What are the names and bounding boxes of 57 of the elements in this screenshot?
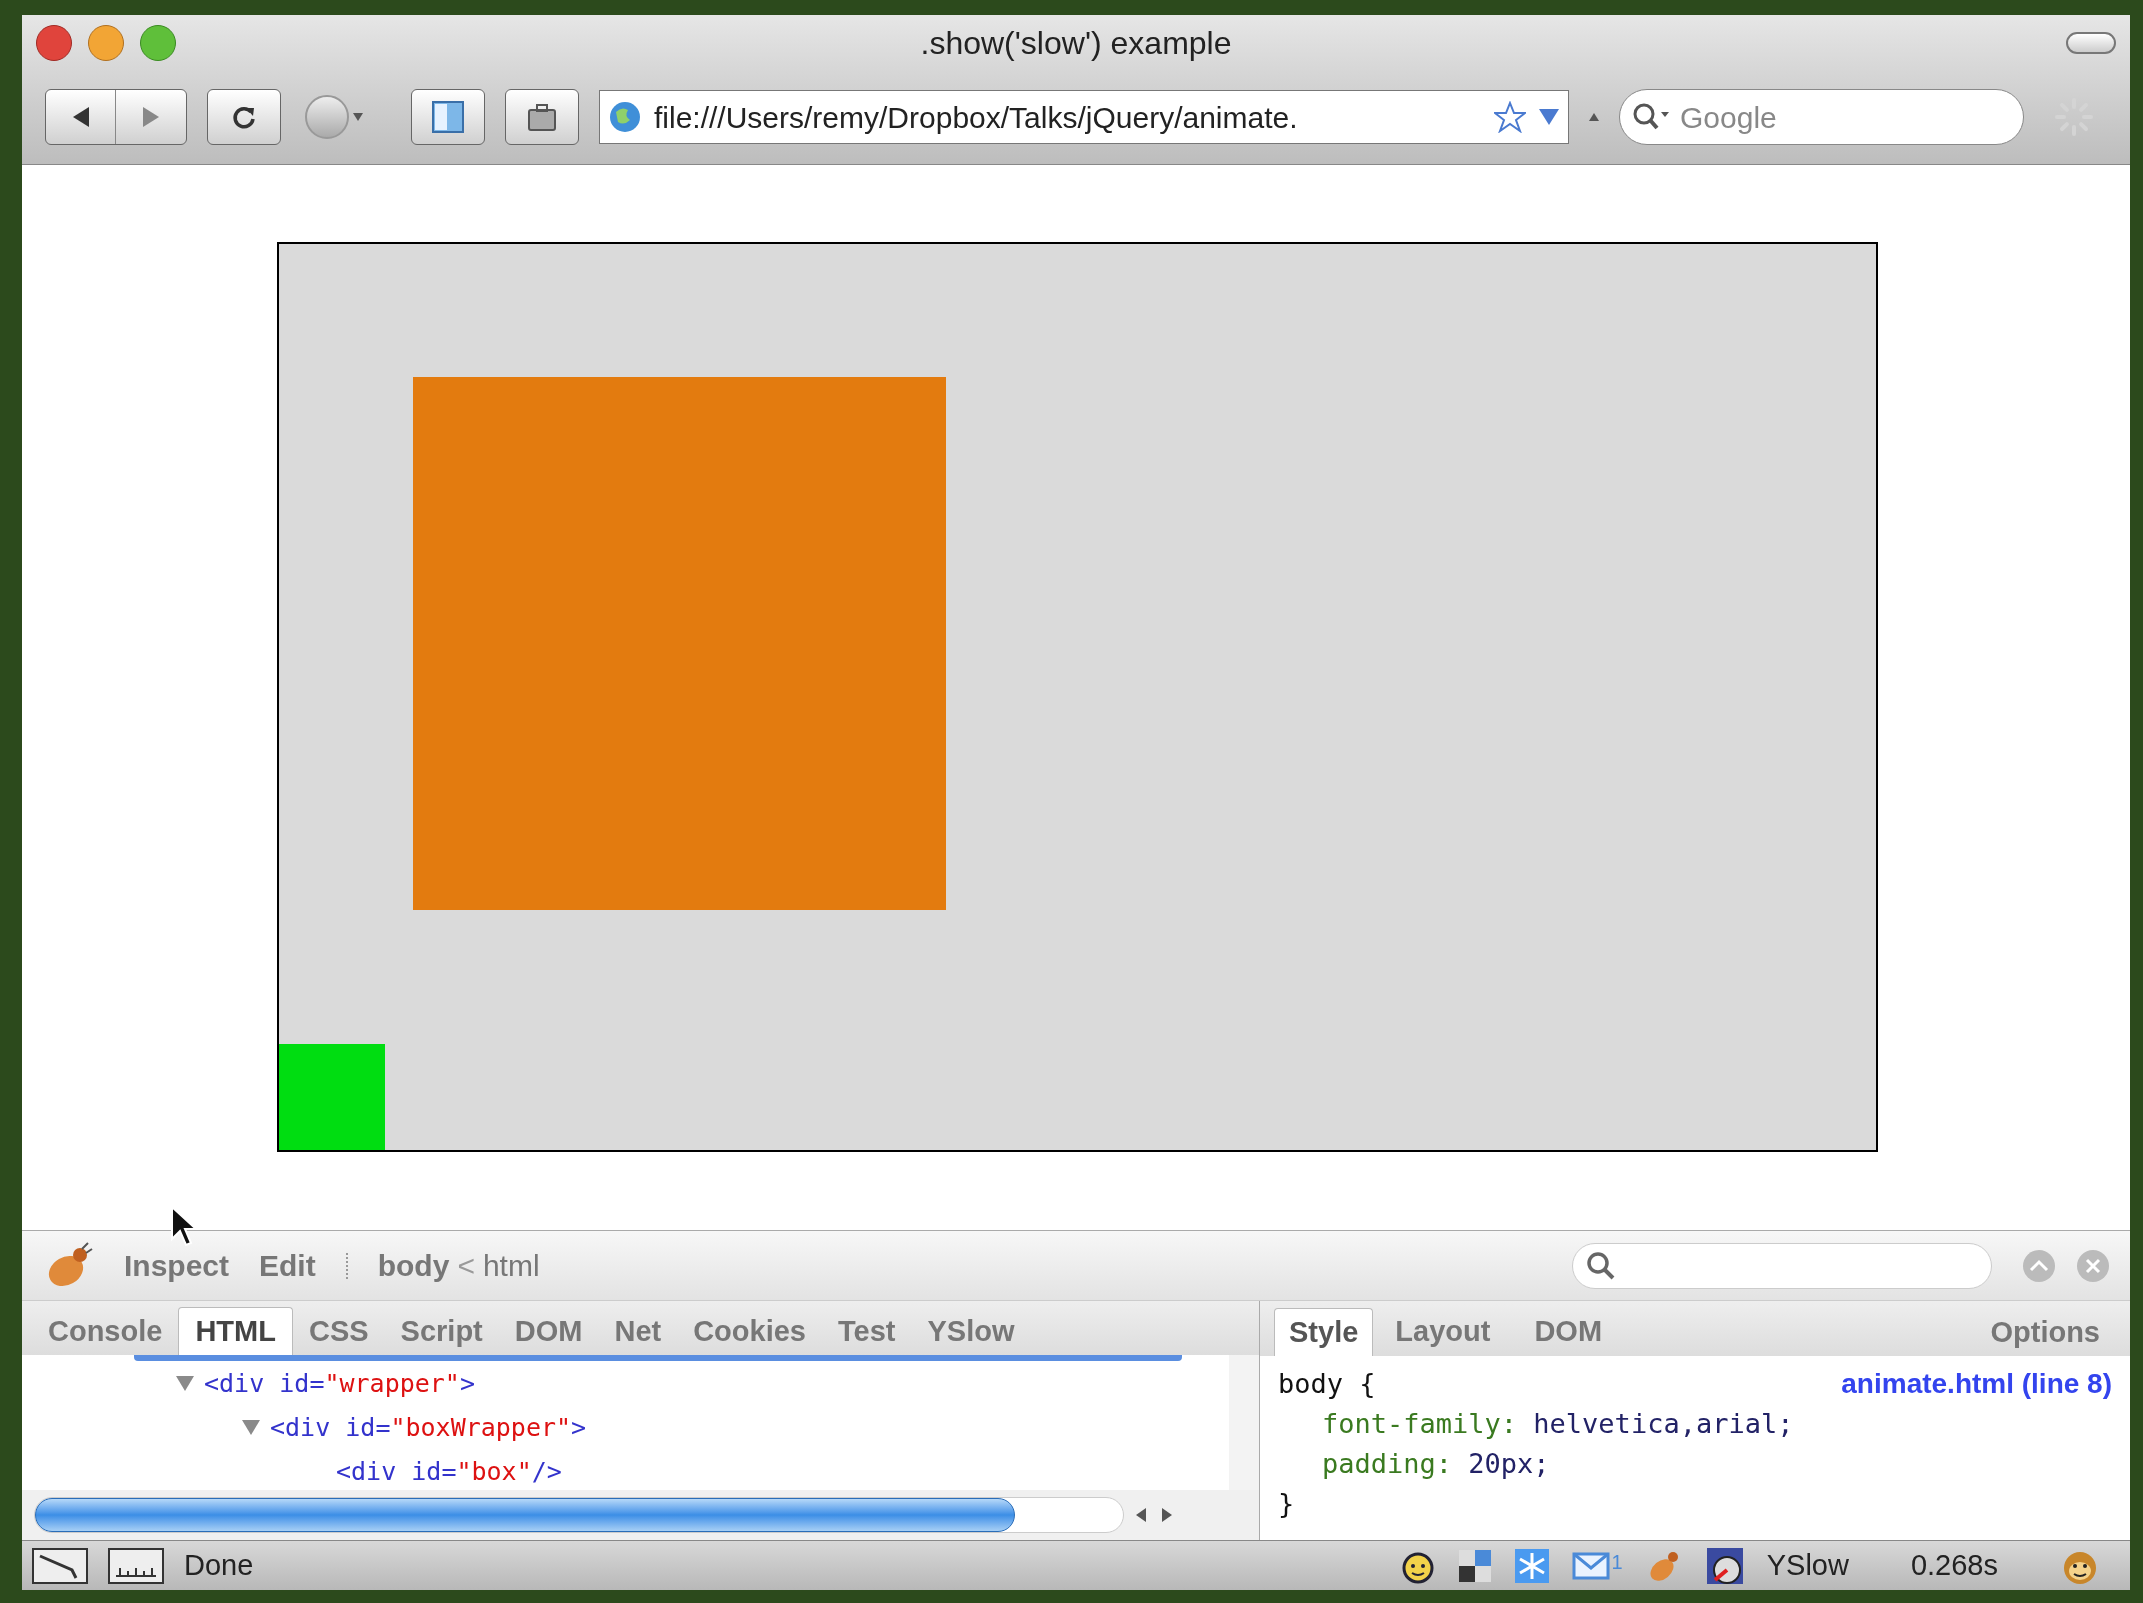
side-panel-tab[interactable]: DOM [1512, 1308, 1625, 1356]
html-tag-line[interactable]: <div id="boxWrapper"> [270, 1408, 587, 1447]
panel-tab[interactable]: Cookies [677, 1307, 822, 1356]
html-tag-line[interactable]: <div id="box"/> [336, 1452, 562, 1491]
reload-button[interactable] [207, 89, 281, 145]
breadcrumb-item[interactable]: html [482, 1243, 540, 1288]
panel-tab[interactable]: Net [598, 1307, 678, 1356]
panel-tab[interactable]: DOM [498, 1307, 599, 1356]
load-time: 0.268s [1910, 1547, 1998, 1583]
dropdown-arrow-icon[interactable] [1538, 107, 1560, 127]
mail-icon[interactable] [1571, 1551, 1610, 1580]
forward-arrow-icon [141, 106, 161, 128]
panel-tab[interactable]: HTML [178, 1307, 293, 1356]
firebug-command-button[interactable]: Inspect [124, 1243, 230, 1288]
breadcrumb-item[interactable]: body [377, 1243, 450, 1288]
panel-tab[interactable]: CSS [292, 1307, 385, 1356]
breadcrumb-separator: < [457, 1248, 475, 1284]
dropdown-caret-icon [353, 113, 363, 121]
css-closing-brace: } [1278, 1487, 1295, 1521]
options-menu[interactable]: Options [1990, 1310, 2100, 1356]
close-window-button[interactable] [36, 24, 72, 61]
source-link[interactable]: animate.html (line 8) [1841, 1364, 2112, 1404]
firebug-command-button[interactable]: Edit [259, 1243, 316, 1288]
reload-icon [231, 104, 257, 130]
bookmark-star-icon[interactable] [1494, 101, 1526, 133]
search-icon [1585, 1249, 1617, 1282]
sidebar-icon [432, 101, 464, 133]
panel-tab[interactable]: Console [32, 1307, 179, 1356]
side-panel-tab[interactable]: Style [1274, 1308, 1374, 1356]
status-text: Done [184, 1547, 254, 1583]
briefcase-button[interactable] [505, 89, 579, 145]
minimize-window-button[interactable] [88, 24, 124, 61]
panel-tab[interactable]: Test [822, 1307, 912, 1356]
search-icon [1632, 102, 1672, 132]
css-selector: body { [1278, 1367, 1376, 1401]
resize-caret-icon[interactable] [1589, 113, 1599, 121]
checker-squares-icon[interactable] [1457, 1548, 1492, 1583]
zoom-window-button[interactable] [140, 24, 176, 61]
html-tag-line[interactable]: <div id="wrapper"> [204, 1364, 475, 1403]
toolbar-toggle-button[interactable] [2066, 31, 2116, 54]
panel-tab[interactable]: Script [384, 1307, 499, 1356]
yslow-label[interactable]: YSlow [1766, 1543, 1849, 1588]
address-field[interactable]: file:///Users/remy/Dropbox/Talks/jQuery/animate. [599, 90, 1569, 144]
speedometer-icon[interactable] [1704, 1545, 1745, 1586]
briefcase-icon [527, 102, 557, 132]
snowflake-icon[interactable] [1513, 1547, 1550, 1584]
css-property[interactable]: padding: 20px; [1278, 1444, 2112, 1484]
search-field[interactable]: Google [1619, 89, 2024, 145]
panel-tab[interactable]: YSlow [911, 1307, 1031, 1356]
window-title: .show('slow') example [920, 23, 1232, 63]
mail-count: 1 [1611, 1551, 1623, 1572]
css-property[interactable]: font-family: helvetica,arial; [1278, 1404, 2112, 1444]
inspect-pointer-icon[interactable] [32, 1547, 88, 1584]
firebug-search-field[interactable] [1572, 1242, 1992, 1289]
sidebar-button[interactable] [411, 89, 485, 145]
side-panel-tab[interactable]: Layout [1373, 1308, 1513, 1356]
ruler-icon[interactable] [108, 1547, 164, 1584]
